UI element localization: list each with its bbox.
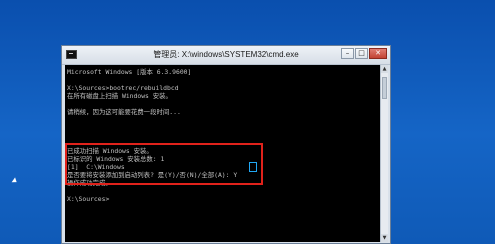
scroll-up-icon[interactable]: ▲ [381,65,388,73]
highlight-box [65,143,263,185]
console-output[interactable]: Microsoft Windows [版本 6.3.9600] X:\Sourc… [65,65,381,242]
console-line: X:\Sources> [67,195,110,203]
scroll-down-icon[interactable]: ▼ [381,234,388,242]
close-button[interactable]: ✕ [369,48,387,59]
title-bar[interactable]: 管理员: X:\windows\SYSTEM32\cmd.exe – □ ✕ [62,46,390,65]
maximize-button[interactable]: □ [355,48,368,59]
minimize-button[interactable]: – [341,48,354,59]
console-line: 请稍候，因为这可能要花费一段时间... [67,108,181,116]
scroll-thumb[interactable] [382,77,387,99]
console-line: Microsoft Windows [版本 6.3.9600] [67,68,192,76]
cmd-window[interactable]: 管理员: X:\windows\SYSTEM32\cmd.exe – □ ✕ M… [61,45,391,244]
console-line: 在所有磁盘上扫描 Windows 安装。 [67,92,172,100]
user-input-highlight [249,162,257,172]
console-line: X:\Sources>bootrec/rebuildbcd [67,84,179,92]
window-controls: – □ ✕ [341,48,387,60]
vertical-scrollbar[interactable]: ▲ ▼ [380,65,388,242]
